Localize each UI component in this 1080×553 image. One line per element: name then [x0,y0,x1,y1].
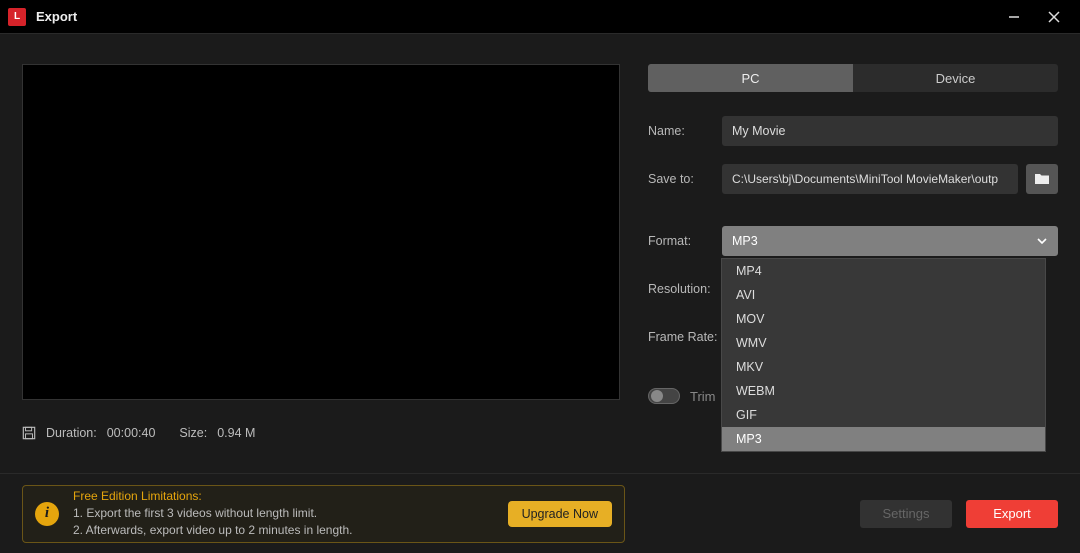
format-value: MP3 [732,234,758,248]
save-to-input[interactable]: C:\Users\bj\Documents\MiniTool MovieMake… [722,164,1018,194]
folder-icon [1034,172,1050,186]
framerate-label: Frame Rate: [648,330,732,344]
browse-button[interactable] [1026,164,1058,194]
format-select[interactable]: MP3 [722,226,1058,256]
promo-line-1: 1. Export the first 3 videos without len… [73,505,494,522]
tab-pc[interactable]: PC [648,64,853,92]
name-input[interactable] [722,116,1058,146]
promo-line-2: 2. Afterwards, export video up to 2 minu… [73,522,494,539]
toggle-knob [651,390,663,402]
chevron-down-icon [1036,235,1048,247]
app-icon: L [8,8,26,26]
format-option-avi[interactable]: AVI [722,283,1045,307]
meta-row: Duration: 00:00:40 Size: 0.94 M [22,426,620,440]
format-option-mp4[interactable]: MP4 [722,259,1045,283]
save-to-label: Save to: [648,172,722,186]
info-icon: i [35,502,59,526]
format-option-mkv[interactable]: MKV [722,355,1045,379]
settings-button[interactable]: Settings [860,500,952,528]
duration-label: Duration: [46,426,97,440]
promo-banner: i Free Edition Limitations: 1. Export th… [22,485,625,543]
resolution-label: Resolution: [648,282,722,296]
promo-title: Free Edition Limitations: [73,488,494,505]
window-title: Export [36,9,77,24]
export-button[interactable]: Export [966,500,1058,528]
trim-label: Trim [690,389,716,404]
size-label: Size: [179,426,207,440]
minimize-icon [1008,11,1020,23]
format-option-webm[interactable]: WEBM [722,379,1045,403]
titlebar: L Export [0,0,1080,34]
minimize-button[interactable] [994,0,1034,34]
format-label: Format: [648,234,722,248]
format-option-gif[interactable]: GIF [722,403,1045,427]
size-value: 0.94 M [217,426,255,440]
format-option-wmv[interactable]: WMV [722,331,1045,355]
upgrade-button[interactable]: Upgrade Now [508,501,612,527]
export-target-tabs: PC Device [648,64,1058,92]
duration-value: 00:00:40 [107,426,156,440]
disk-icon [22,426,36,440]
video-preview [22,64,620,400]
name-label: Name: [648,124,722,138]
close-icon [1048,11,1060,23]
format-dropdown: MP4AVIMOVWMVMKVWEBMGIFMP3 [721,258,1046,452]
trim-toggle[interactable] [648,388,680,404]
tab-device[interactable]: Device [853,64,1058,92]
format-option-mov[interactable]: MOV [722,307,1045,331]
close-button[interactable] [1034,0,1074,34]
format-option-mp3[interactable]: MP3 [722,427,1045,451]
